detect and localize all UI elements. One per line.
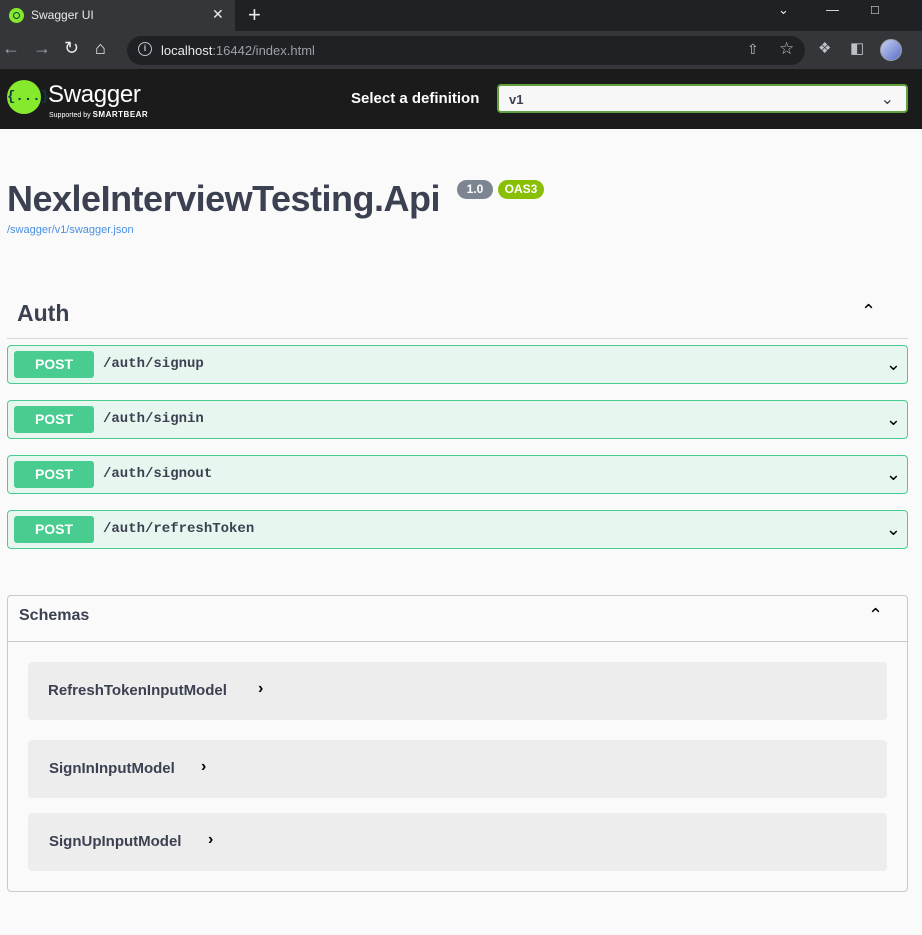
collapse-chevron-up-icon[interactable]: ⌃: [868, 605, 883, 626]
tag-title-auth[interactable]: Auth: [17, 300, 69, 327]
spec-url-link[interactable]: /swagger/v1/swagger.json: [7, 224, 134, 236]
minimize-icon[interactable]: —: [826, 2, 839, 17]
schema-model-name: RefreshTokenInputModel: [48, 682, 227, 699]
operation-block[interactable]: POST /auth/signin ⌄: [7, 400, 908, 439]
operation-path: /auth/signout: [103, 466, 213, 482]
schemas-title: Schemas: [19, 607, 90, 624]
schema-model[interactable]: RefreshTokenInputModel ›: [28, 662, 887, 720]
swagger-logo-subtitle: Supported by SMARTBEAR: [49, 110, 148, 119]
swagger-logo-icon[interactable]: {...}: [7, 80, 49, 114]
info-icon[interactable]: i: [138, 42, 152, 56]
chevron-right-icon[interactable]: ›: [208, 831, 213, 849]
method-badge: POST: [14, 351, 94, 378]
chevron-down-icon[interactable]: ⌄: [886, 464, 901, 485]
address-bar[interactable]: i localhost:16442/index.html ⇧ ☆: [127, 36, 805, 65]
swagger-logo-text[interactable]: Swagger: [48, 81, 141, 109]
operation-block[interactable]: POST /auth/refreshToken ⌄: [7, 510, 908, 549]
operation-block[interactable]: POST /auth/signout ⌄: [7, 455, 908, 494]
back-icon[interactable]: ←: [2, 38, 20, 59]
reload-icon[interactable]: ↻: [64, 38, 79, 59]
tab-search-icon[interactable]: ⌄: [778, 2, 789, 18]
swagger-favicon-icon: [9, 8, 24, 23]
oas-badge: OAS3: [498, 180, 544, 199]
schema-model-name: SignInInputModel: [49, 760, 175, 777]
definition-label: Select a definition: [351, 90, 480, 107]
chevron-down-icon: ⌄: [880, 91, 894, 108]
star-icon[interactable]: ☆: [779, 39, 794, 59]
browser-toolbar: ← → ↻ ⌂ i localhost:16442/index.html ⇧ ☆…: [0, 31, 922, 69]
share-icon[interactable]: ⇧: [747, 41, 759, 58]
sidepanel-icon[interactable]: ◧: [850, 39, 864, 57]
chevron-right-icon[interactable]: ›: [201, 758, 206, 776]
method-badge: POST: [14, 516, 94, 543]
definition-select[interactable]: v1 ⌄: [497, 84, 908, 113]
browser-tab-bar: Swagger UI ✕ + ⌄ — □: [0, 0, 922, 31]
schema-model-name: SignUpInputModel: [49, 833, 182, 850]
chevron-down-icon[interactable]: ⌄: [886, 519, 901, 540]
operation-path: /auth/signin: [103, 411, 204, 427]
url-path: :16442/index.html: [212, 43, 315, 58]
operation-path: /auth/refreshToken: [103, 521, 255, 537]
maximize-icon[interactable]: □: [871, 2, 879, 17]
url-host: localhost: [161, 43, 213, 58]
tag-divider: [7, 338, 908, 339]
collapse-chevron-up-icon[interactable]: ⌃: [861, 301, 876, 322]
definition-select-value: v1: [509, 92, 524, 107]
version-badge: 1.0: [457, 180, 493, 199]
schemas-section: Schemas ⌃ RefreshTokenInputModel › SignI…: [7, 595, 908, 892]
method-badge: POST: [14, 406, 94, 433]
profile-avatar[interactable]: [880, 39, 902, 61]
chevron-down-icon[interactable]: ⌄: [886, 409, 901, 430]
extensions-icon[interactable]: ❖: [818, 39, 831, 57]
api-title: NexleInterviewTesting.Api: [7, 178, 440, 219]
method-badge: POST: [14, 461, 94, 488]
schema-model[interactable]: SignInInputModel ›: [28, 740, 887, 798]
logo-sub-prefix: Supported by: [49, 112, 93, 119]
operation-block[interactable]: POST /auth/signup ⌄: [7, 345, 908, 384]
forward-icon[interactable]: →: [33, 38, 51, 59]
url-text[interactable]: localhost:16442/index.html: [161, 43, 315, 58]
tab-close-icon[interactable]: ✕: [212, 6, 224, 23]
schemas-header[interactable]: Schemas ⌃: [8, 596, 907, 642]
browser-tab[interactable]: Swagger UI ✕: [0, 0, 235, 31]
chevron-right-icon[interactable]: ›: [258, 680, 263, 698]
swagger-topbar: {...} Swagger Supported by SMARTBEAR Sel…: [0, 69, 922, 129]
logo-sub-brand: SMARTBEAR: [92, 110, 149, 119]
home-icon[interactable]: ⌂: [95, 38, 106, 59]
operation-path: /auth/signup: [103, 356, 204, 372]
schema-model[interactable]: SignUpInputModel ›: [28, 813, 887, 871]
new-tab-button[interactable]: +: [248, 2, 261, 28]
chevron-down-icon[interactable]: ⌄: [886, 354, 901, 375]
tab-title: Swagger UI: [31, 8, 94, 22]
